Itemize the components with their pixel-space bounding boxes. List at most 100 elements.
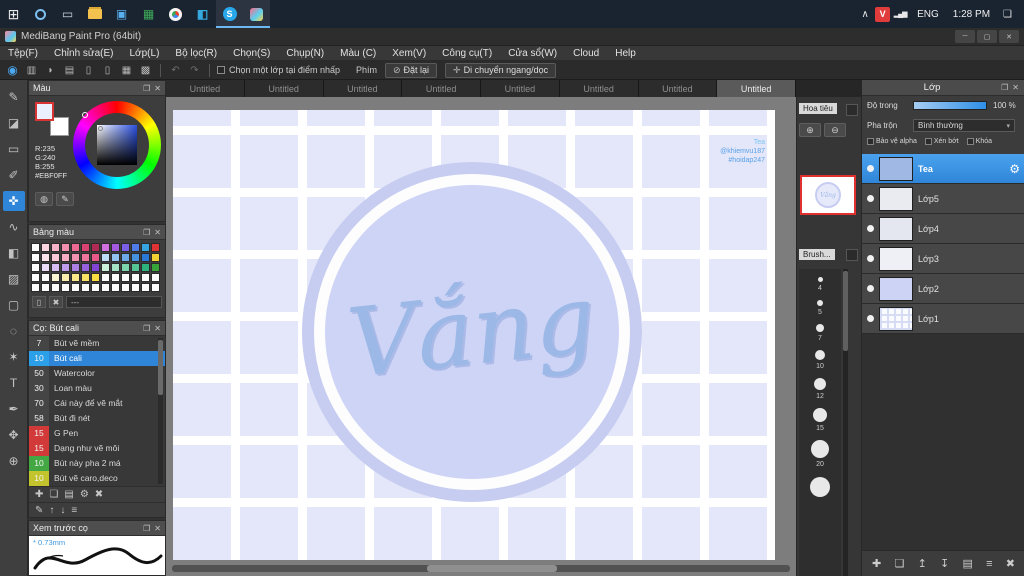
palette-swatch-48[interactable] [121,273,130,282]
palette-swatch-41[interactable] [51,273,60,282]
canvas[interactable]: Vắng Tea @khiemvu187 #hoidap247 [173,110,775,560]
brush-item-2[interactable]: 50 Watercolor [29,366,165,381]
new-palette-icon[interactable]: ▯ [32,296,46,308]
palette-swatch-63[interactable] [141,283,150,292]
redo-icon[interactable]: ↷ [185,63,204,78]
tab-4[interactable]: Untitled [481,80,560,97]
brush-item-7[interactable]: 15 Dạng như vẽ môi [29,441,165,456]
eraser-tool[interactable]: ◪ [3,113,25,133]
palette-swatch-0[interactable] [31,243,40,252]
brush-item-0[interactable]: 7 Bút vẽ mềm [29,336,165,351]
action-center-icon[interactable]: ❏ [1003,9,1012,20]
minimize-button[interactable]: ─ [955,30,975,43]
duplicate-brush-icon[interactable]: ❏ [49,489,58,500]
comment-icon[interactable]: ◗ [41,63,60,78]
palette-swatch-57[interactable] [81,283,90,292]
palette-swatch-42[interactable] [61,273,70,282]
menu-item-9[interactable]: Cửa sổ(W) [500,46,565,61]
grid-view-icon[interactable]: ▦ [117,63,136,78]
palette-swatch-45[interactable] [91,273,100,282]
protect-alpha-checkbox[interactable]: Bảo vệ alpha [867,138,917,145]
brush-size-20[interactable]: 20 [811,440,829,468]
brush-item-6[interactable]: 15 G Pen [29,426,165,441]
palette-swatch-33[interactable] [101,263,110,272]
menu-item-1[interactable]: Chỉnh sửa(E) [46,46,122,61]
tab-6[interactable]: Untitled [638,80,718,97]
skype-icon[interactable]: S [216,0,243,28]
delete-layer-icon[interactable]: ✖ [1006,557,1015,570]
palette-swatch-23[interactable] [131,253,140,262]
palette-swatch-25[interactable] [151,253,160,262]
palette-swatch-29[interactable] [61,263,70,272]
visibility-dot[interactable] [867,255,874,262]
select-layer-checkbox[interactable] [217,66,225,74]
tab-2[interactable]: Untitled [323,80,403,97]
palette-swatch-7[interactable] [101,243,110,252]
new-layer-icon[interactable]: ✚ [872,557,881,570]
material-panel-icon[interactable]: ▤ [60,63,79,78]
palette-swatch-38[interactable] [151,263,160,272]
palette-swatch-61[interactable] [121,283,130,292]
close-icon[interactable]: ✕ [154,84,161,93]
menu-item-3[interactable]: Bộ lọc(R) [167,46,225,61]
menu-item-0[interactable]: Tệp(F) [0,46,46,61]
palette-swatch-55[interactable] [61,283,70,292]
palette-swatch-26[interactable] [31,263,40,272]
tab-7[interactable]: Untitled [717,80,796,97]
palette-swatch-59[interactable] [101,283,110,292]
fill-tool[interactable]: ◧ [3,243,25,263]
excel-icon[interactable]: ▦ [135,0,162,28]
maximize-button[interactable]: ▢ [977,30,997,43]
palette-swatch-36[interactable] [131,263,140,272]
clipping-checkbox[interactable]: Xén bớt [924,138,959,145]
brush-settings-icon[interactable]: ⚙ [80,489,89,500]
language-indicator[interactable]: ENG [917,9,939,20]
zoom-in-icon[interactable]: ⊕ [799,123,821,137]
menu-item-4[interactable]: Chọn(S) [225,46,278,61]
brush-item-9[interactable]: 10 Bút vẽ caro,deco [29,471,165,486]
palette-name-box[interactable]: --- [66,296,162,308]
draw-mode-icon[interactable]: ◉ [3,63,22,78]
vlc-icon[interactable]: V [875,6,891,22]
save-icon[interactable]: ▥ [22,63,41,78]
reset-button[interactable]: ⊘ Đặt lại [384,62,438,78]
brush-size-12[interactable]: 12 [814,378,826,400]
brush-size-4[interactable]: 4 [817,277,823,292]
saturation-value-square[interactable] [97,125,137,165]
palette-swatch-32[interactable] [91,263,100,272]
task-view-icon[interactable]: ▭ [54,0,81,28]
menu-item-2[interactable]: Lớp(L) [122,46,168,61]
popout-icon[interactable]: ❐ [143,84,150,93]
navigator-collapse-icon[interactable] [846,104,858,116]
brush-tool[interactable]: ✐ [3,165,25,185]
palette-swatch-15[interactable] [51,253,60,262]
brush-down-icon[interactable]: ↓ [60,505,65,516]
palette-swatch-2[interactable] [51,243,60,252]
close-icon[interactable]: ✕ [154,228,161,237]
zoom-tool[interactable]: ⊕ [3,451,25,471]
file-explorer-icon[interactable] [81,0,108,28]
visibility-dot[interactable] [867,225,874,232]
doc-a-icon[interactable]: ▯ [79,63,98,78]
visibility-dot[interactable] [867,315,874,322]
palette-swatch-39[interactable] [31,273,40,282]
palette-swatch-40[interactable] [41,273,50,282]
curve-tool[interactable]: ∿ [3,217,25,237]
blend-select[interactable]: Bình thường ▾ [913,119,1015,132]
brush-size-5[interactable]: 5 [817,300,823,316]
palette-swatch-49[interactable] [131,273,140,282]
brush-up-icon[interactable]: ↑ [49,505,54,516]
photos-icon[interactable]: ▣ [108,0,135,28]
clock[interactable]: 1:28 PM [953,9,990,20]
brush-folder-icon[interactable]: ▤ [64,489,73,500]
table-view-icon[interactable]: ▩ [136,63,155,78]
palette-swatch-52[interactable] [31,283,40,292]
layer-row-Lớp4[interactable]: Lớp4 [862,214,1024,244]
scrollbar-thumb[interactable] [843,271,848,351]
tab-5[interactable]: Untitled [559,80,639,97]
chrome-icon[interactable] [162,0,189,28]
shape-select-tool[interactable]: ▢ [3,295,25,315]
wand-tool[interactable]: ✶ [3,347,25,367]
palette-swatch-44[interactable] [81,273,90,282]
brush-size-10[interactable]: 10 [815,350,825,370]
